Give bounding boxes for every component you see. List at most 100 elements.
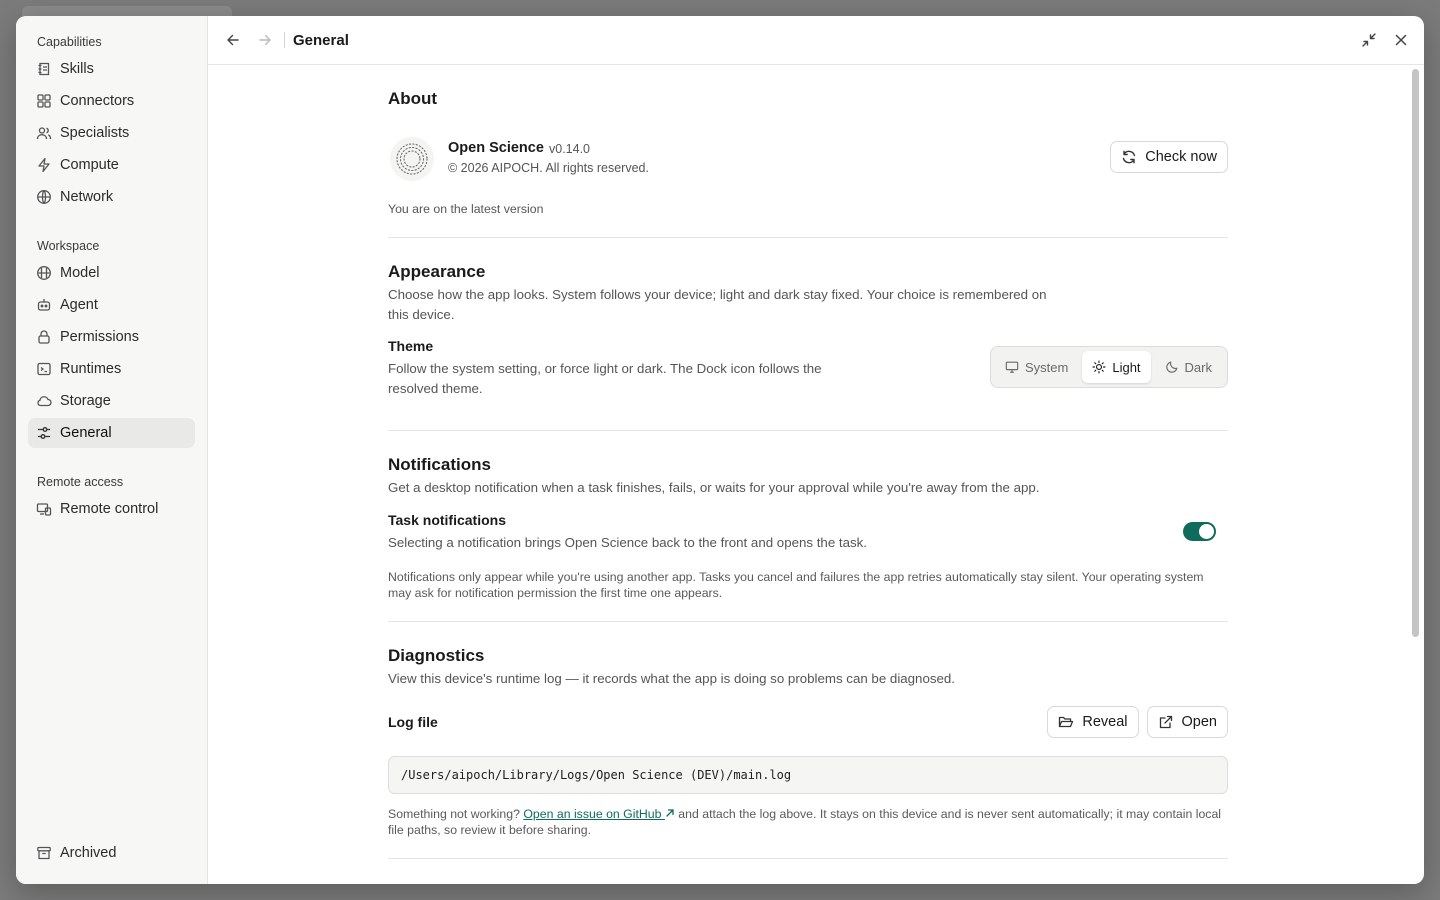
sidebar-item-agent[interactable]: Agent bbox=[28, 290, 195, 320]
cloud-icon bbox=[36, 393, 52, 409]
reveal-button[interactable]: Reveal bbox=[1047, 706, 1139, 738]
task-notifications-toggle[interactable] bbox=[1183, 522, 1216, 541]
sidebar-item-storage[interactable]: Storage bbox=[28, 386, 195, 416]
sidebar-group-title-workspace: Workspace bbox=[37, 239, 100, 253]
sidebar-item-label: Runtimes bbox=[60, 361, 122, 377]
archive-icon bbox=[36, 845, 52, 861]
update-status: You are on the latest version bbox=[388, 202, 544, 216]
sidebar-item-model[interactable]: Model bbox=[28, 258, 195, 288]
check-now-label: Check now bbox=[1145, 149, 1217, 165]
sidebar-item-label: Permissions bbox=[60, 329, 139, 345]
section-title-appearance: Appearance bbox=[388, 262, 486, 281]
check-now-button[interactable]: Check now bbox=[1110, 141, 1228, 173]
background-window-edge bbox=[22, 6, 232, 16]
section-divider bbox=[388, 858, 1228, 859]
scrollbar[interactable] bbox=[1412, 69, 1419, 637]
sidebar-group-title-remote-access: Remote access bbox=[37, 475, 124, 489]
github-issue-link-label: Open an issue on GitHub bbox=[523, 807, 662, 821]
github-issue-link[interactable]: Open an issue on GitHub bbox=[523, 807, 675, 821]
specialists-icon bbox=[36, 125, 52, 141]
task-notifications-description: Selecting a notification brings Open Sci… bbox=[388, 535, 867, 550]
app-name: Open Science bbox=[448, 140, 544, 156]
section-divider bbox=[388, 430, 1228, 431]
appearance-description: Choose how the app looks. System follows… bbox=[388, 287, 1047, 322]
skills-icon bbox=[36, 61, 52, 77]
settings-sidebar: Capabilities Skills Connectors Specialis… bbox=[16, 16, 208, 884]
sidebar-item-connectors[interactable]: Connectors bbox=[28, 86, 195, 116]
external-link-icon bbox=[1159, 715, 1172, 729]
connectors-icon bbox=[36, 93, 52, 109]
terminal-icon bbox=[36, 361, 52, 377]
open-log-button[interactable]: Open bbox=[1146, 706, 1228, 738]
app-logo-mark bbox=[396, 143, 428, 175]
moon-icon bbox=[1165, 361, 1178, 373]
sidebar-item-label: Connectors bbox=[60, 93, 135, 109]
open-label: Open bbox=[1181, 714, 1217, 730]
arrow-left-icon bbox=[227, 34, 239, 46]
help-prefix: Something not working? bbox=[388, 807, 520, 821]
lock-icon bbox=[36, 329, 52, 345]
arrow-right-icon bbox=[259, 34, 271, 46]
section-title-about: About bbox=[388, 89, 438, 108]
remote-icon bbox=[36, 501, 52, 517]
app-copyright: © 2026 AIPOCH. All rights reserved. bbox=[448, 161, 649, 175]
sidebar-item-label: General bbox=[60, 425, 112, 441]
theme-option-system[interactable]: System bbox=[995, 351, 1078, 383]
diagnostics-description: View this device's runtime log — it reco… bbox=[388, 671, 955, 686]
sidebar-item-specialists[interactable]: Specialists bbox=[28, 118, 195, 148]
sidebar-item-compute[interactable]: Compute bbox=[28, 150, 195, 180]
close-icon bbox=[1395, 34, 1407, 46]
lightning-icon bbox=[36, 157, 52, 173]
refresh-icon bbox=[1123, 150, 1136, 164]
sidebar-item-label: Skills bbox=[60, 61, 94, 77]
sidebar-item-label: Compute bbox=[60, 157, 119, 173]
robot-icon bbox=[36, 297, 52, 313]
sidebar-item-network[interactable]: Network bbox=[28, 182, 195, 212]
log-file-label: Log file bbox=[388, 714, 438, 730]
sliders-icon bbox=[36, 425, 52, 441]
sidebar-item-skills[interactable]: Skills bbox=[28, 54, 195, 84]
globe-icon bbox=[36, 189, 52, 205]
sidebar-item-label: Network bbox=[60, 189, 114, 205]
model-icon bbox=[36, 265, 52, 281]
top-bar: General bbox=[208, 16, 1424, 65]
section-title-notifications: Notifications bbox=[388, 455, 491, 474]
settings-content: About Open Science v0.14.0 © 2026 AIPOCH… bbox=[208, 65, 1424, 884]
sidebar-item-general[interactable]: General bbox=[28, 418, 195, 448]
theme-label: Theme bbox=[388, 338, 434, 354]
theme-option-label: Dark bbox=[1184, 359, 1212, 375]
theme-option-dark[interactable]: Dark bbox=[1155, 351, 1222, 383]
sidebar-item-label: Storage bbox=[60, 393, 111, 409]
monitor-icon bbox=[1005, 361, 1019, 373]
arrow-up-right-icon bbox=[666, 809, 674, 817]
theme-option-label: Light bbox=[1112, 359, 1141, 375]
section-title-diagnostics: Diagnostics bbox=[388, 646, 485, 665]
theme-option-light[interactable]: Light bbox=[1082, 351, 1151, 383]
close-button[interactable] bbox=[1388, 27, 1414, 53]
help-text: Something not working? Open an issue on … bbox=[388, 806, 1228, 838]
sidebar-item-label: Archived bbox=[60, 845, 117, 861]
collapse-window-button[interactable] bbox=[1356, 27, 1382, 53]
log-path-field[interactable]: /Users/aipoch/Library/Logs/Open Science … bbox=[388, 756, 1228, 794]
minimize-arrows-icon bbox=[1362, 33, 1376, 47]
sidebar-item-label: Specialists bbox=[60, 125, 130, 141]
sidebar-item-archived[interactable]: Archived bbox=[28, 838, 195, 868]
sidebar-item-runtimes[interactable]: Runtimes bbox=[28, 354, 195, 384]
toggle-knob bbox=[1199, 524, 1214, 539]
theme-description: Follow the system setting, or force ligh… bbox=[388, 361, 822, 396]
sidebar-item-label: Agent bbox=[60, 297, 98, 313]
settings-window: Capabilities Skills Connectors Specialis… bbox=[16, 16, 1424, 884]
toolbar-divider bbox=[284, 32, 285, 48]
task-notifications-label: Task notifications bbox=[388, 512, 506, 528]
notifications-note: Notifications only appear while you're u… bbox=[388, 570, 1204, 600]
app-version: v0.14.0 bbox=[549, 142, 591, 156]
back-button[interactable] bbox=[220, 27, 246, 53]
section-divider bbox=[388, 237, 1228, 238]
sidebar-group-title-capabilities: Capabilities bbox=[37, 35, 102, 49]
settings-main: General About Open Science v0.14.0 © 202… bbox=[208, 16, 1424, 884]
folder-open-icon bbox=[1059, 716, 1074, 728]
app-logo bbox=[390, 137, 434, 181]
forward-button[interactable] bbox=[252, 27, 278, 53]
sidebar-item-remote-control[interactable]: Remote control bbox=[28, 494, 195, 524]
sidebar-item-permissions[interactable]: Permissions bbox=[28, 322, 195, 352]
